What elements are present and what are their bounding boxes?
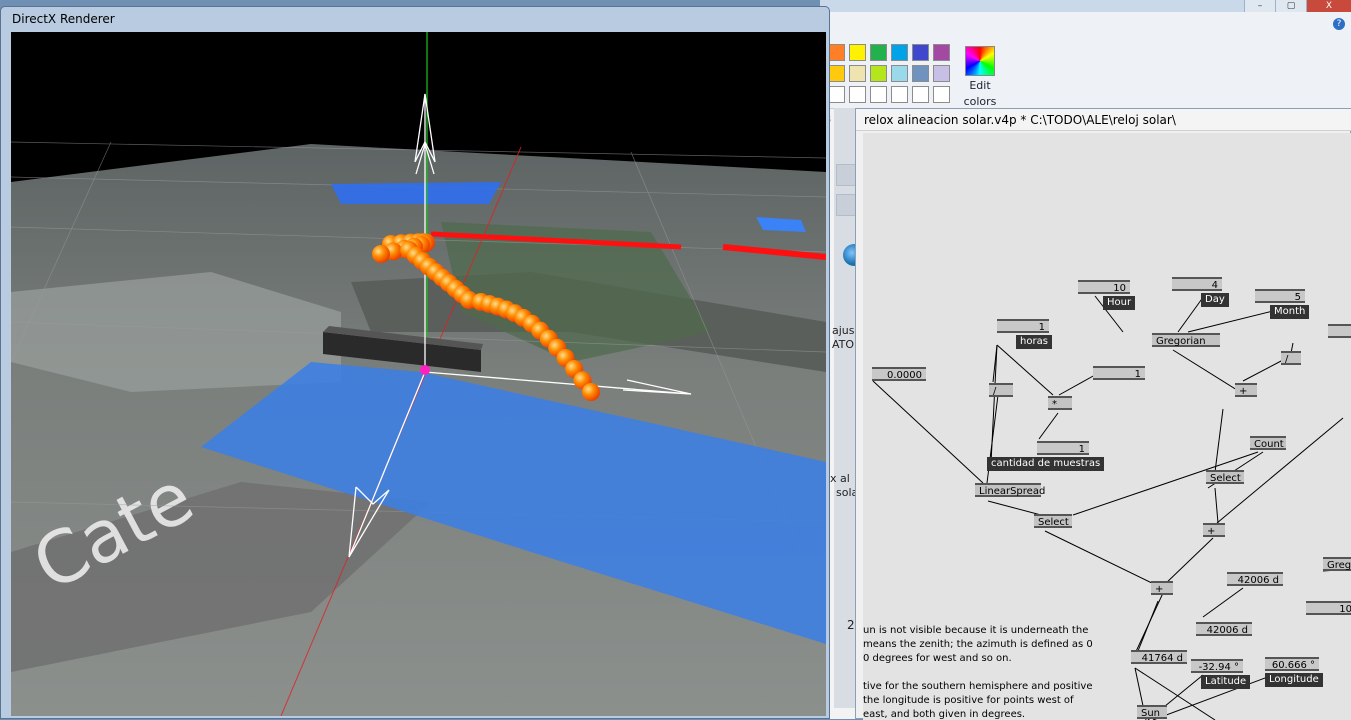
background-text: ATO	[832, 338, 855, 351]
origin-marker	[420, 365, 430, 375]
multiply-node[interactable]: *	[1048, 396, 1072, 410]
patch-title: relox alineacion solar.v4p * C:\TODO\ALE…	[856, 109, 1351, 131]
color-swatch[interactable]	[870, 44, 887, 61]
plus-node-2[interactable]: +	[1203, 523, 1225, 537]
comment-line: 0 degrees for west and so on.	[863, 653, 1012, 664]
patch-editor-window[interactable]: relox alineacion solar.v4p * C:\TODO\ALE…	[855, 108, 1351, 720]
color-swatch[interactable]	[933, 65, 950, 82]
help-icon[interactable]: ?	[1333, 18, 1345, 30]
count-node[interactable]: Count	[1250, 436, 1286, 450]
date-value-1[interactable]: 42006 d	[1227, 572, 1283, 586]
select-node-1[interactable]: Select	[1206, 470, 1244, 484]
muestras-label: cantidad de muestras	[987, 457, 1105, 471]
month-label: Month	[1270, 305, 1310, 319]
edit-colors-label-1: Edit	[969, 79, 991, 92]
comment-line: means the zenith; the azimuth is defined…	[863, 639, 1093, 650]
comment-line: the longitude is positive for points wes…	[863, 695, 1074, 706]
sun-node[interactable]: Sun	[1137, 705, 1167, 719]
paint-ribbon: ? Edit colors	[820, 12, 1351, 109]
color-swatch[interactable]	[828, 65, 845, 82]
color-swatch[interactable]	[870, 86, 887, 103]
background-text: ajus	[832, 324, 855, 337]
3d-scene: Cate	[11, 32, 826, 716]
day-input[interactable]: 4	[1172, 277, 1222, 291]
partial-node[interactable]	[1328, 324, 1351, 338]
plus-node-1[interactable]: +	[1235, 383, 1257, 397]
date-value-3[interactable]: 41764 d	[1131, 650, 1187, 664]
color-swatch[interactable]	[828, 44, 845, 61]
color-wheel-icon	[965, 46, 995, 76]
color-swatch[interactable]	[912, 44, 929, 61]
ten-value[interactable]: 10	[1306, 601, 1351, 615]
minimize-button[interactable]: –	[1244, 0, 1275, 12]
comment-line: un is not visible because it is undernea…	[863, 625, 1089, 636]
gregorian-node[interactable]: Gregorian	[1152, 333, 1220, 347]
background-text: 2	[847, 618, 855, 632]
comment-line: tive for the southern hemisphere and pos…	[863, 681, 1093, 692]
date-value-2[interactable]: 42006 d	[1196, 622, 1252, 636]
patch-canvas[interactable]: 10 Hour 4 Day 5 Month 1 horas Gregorian …	[863, 133, 1351, 720]
hour-label: Hour	[1103, 296, 1136, 310]
zero-value-input[interactable]: 0.0000	[872, 367, 926, 381]
maximize-button[interactable]: ▢	[1275, 0, 1306, 12]
longitude-input[interactable]: 60.666 °	[1265, 657, 1319, 671]
muestras-input[interactable]: 1	[1037, 441, 1089, 455]
divide-node-2[interactable]: /	[1281, 351, 1301, 365]
linearspread-node[interactable]: LinearSpread	[975, 483, 1045, 497]
horas-label: horas	[1016, 335, 1052, 349]
hour-input[interactable]: 10	[1078, 280, 1130, 294]
render-viewport[interactable]: Cate	[11, 32, 826, 716]
color-swatch[interactable]	[891, 86, 908, 103]
color-swatch[interactable]	[849, 44, 866, 61]
color-palette	[828, 44, 950, 103]
close-button[interactable]: X	[1306, 0, 1351, 12]
select-node-2[interactable]: Select	[1034, 514, 1072, 528]
color-swatch[interactable]	[849, 86, 866, 103]
color-swatch[interactable]	[912, 86, 929, 103]
color-swatch[interactable]	[828, 86, 845, 103]
color-swatch[interactable]	[933, 86, 950, 103]
directx-renderer-window[interactable]: DirectX Renderer Cate	[0, 6, 830, 719]
latitude-input[interactable]: -32.94 °	[1191, 659, 1243, 673]
color-swatch[interactable]	[912, 65, 929, 82]
color-swatch[interactable]	[849, 65, 866, 82]
longitude-label: Longitude	[1265, 673, 1323, 687]
latitude-label: Latitude	[1201, 675, 1251, 689]
color-swatch[interactable]	[933, 44, 950, 61]
edit-colors-button[interactable]: Edit colors	[960, 46, 1000, 108]
horas-input[interactable]: 1	[997, 319, 1049, 333]
window-title: DirectX Renderer	[12, 12, 115, 26]
plus-node-3[interactable]: +	[1151, 581, 1173, 595]
background-text: x al	[830, 472, 850, 485]
color-swatch[interactable]	[891, 44, 908, 61]
gregorian-node-2[interactable]: Gregor	[1323, 557, 1351, 571]
blue-plane-far	[331, 182, 501, 204]
comment-line: east, and both given in degrees.	[863, 709, 1026, 720]
window-controls: – ▢ X	[1244, 0, 1351, 12]
color-swatch[interactable]	[891, 65, 908, 82]
divide-node[interactable]: /	[989, 383, 1013, 397]
sun-sphere	[582, 383, 600, 401]
month-input[interactable]: 5	[1255, 289, 1305, 303]
edit-colors-label-2: colors	[963, 95, 997, 108]
day-label: Day	[1201, 293, 1229, 307]
sun-sphere	[372, 245, 390, 263]
one-value-input[interactable]: 1	[1093, 366, 1145, 380]
paint-titlebar: – ▢ X	[820, 0, 1351, 12]
color-swatch[interactable]	[870, 65, 887, 82]
